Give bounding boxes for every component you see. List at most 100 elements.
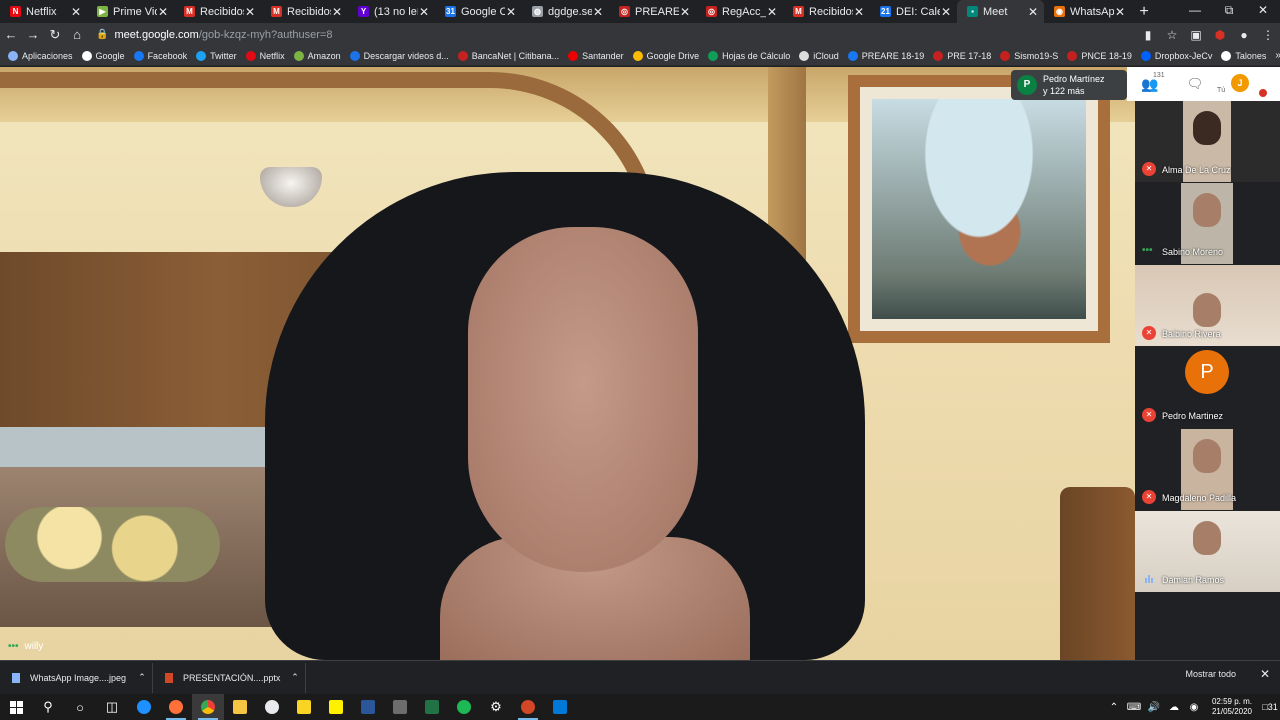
bookmark-star-icon[interactable]: ☆ [1160,28,1184,42]
bookmark-item[interactable]: PREARE 18-19 [847,50,924,61]
language-icon[interactable]: ◉ [1184,702,1204,713]
close-window-button[interactable]: ✕ [1246,0,1280,23]
close-tab-icon[interactable]: ✕ [1027,5,1039,19]
notifications-icon[interactable]: □31 [1260,702,1280,712]
edge-icon[interactable] [128,694,160,720]
paint-icon[interactable] [256,694,288,720]
close-tab-icon[interactable]: ✕ [331,5,343,19]
main-video-feed[interactable]: ••• willy [0,67,1135,660]
close-tab-icon[interactable]: ✕ [505,5,517,19]
bookmark-item[interactable]: PRE 17-18 [933,50,991,61]
more-dots-icon[interactable]: ••• [1142,246,1153,256]
close-downloads-icon[interactable]: ✕ [1260,667,1270,681]
cortana-icon[interactable]: ○ [64,694,96,720]
close-tab-icon[interactable]: ✕ [70,5,82,19]
close-tab-icon[interactable]: ✕ [853,5,865,19]
network-icon[interactable]: ☁ [1164,702,1184,713]
show-all-downloads-button[interactable]: Mostrar todo [1185,669,1236,679]
new-tab-button[interactable]: + [1131,0,1157,23]
browser-tab[interactable]: N Netflix ✕ [0,0,87,23]
sticky-notes-icon[interactable] [288,694,320,720]
task-view-icon[interactable]: ◫ [96,694,128,720]
browser-tab[interactable]: ▶ Prime Video✕ [87,0,174,23]
reload-icon[interactable]: ↻ [44,27,66,43]
browser-tab[interactable]: ◉ WhatsApp✕ [1044,0,1131,23]
camera-in-use-icon[interactable]: ▮ [1136,28,1160,42]
firefox-icon[interactable] [160,694,192,720]
bookmark-item[interactable]: Netflix [245,50,285,61]
keyboard-icon[interactable]: ⌨ [1124,702,1144,713]
clock[interactable]: 02:59 p. m. 21/05/2020 [1204,697,1260,717]
calculator-icon[interactable] [384,694,416,720]
browser-tab[interactable]: M Recibidos -✕ [261,0,348,23]
browser-tab[interactable]: ◎ RegAcc_Sism✕ [696,0,783,23]
close-tab-icon[interactable]: ✕ [766,5,778,19]
settings-gear-icon[interactable]: ⚙ [480,694,512,720]
profile-icon[interactable]: ● [1232,28,1256,42]
menu-icon[interactable]: ⋮ [1256,28,1280,42]
bookmark-item[interactable]: iCloud [799,50,839,61]
participant-tile[interactable]: Damian Ramos [1135,511,1280,592]
chevron-up-icon[interactable]: ⌃ [285,672,305,683]
restore-button[interactable]: ⧉ [1212,0,1246,23]
spotify-icon[interactable] [448,694,480,720]
extension-icon[interactable]: ▣ [1184,28,1208,42]
bookmark-item[interactable]: Twitter [196,50,237,61]
excel-icon[interactable] [416,694,448,720]
home-icon[interactable]: ⌂ [66,27,88,42]
chrome-icon[interactable] [192,694,224,720]
bookmark-item[interactable]: Facebook [133,50,187,61]
search-icon[interactable]: ⚲ [32,694,64,720]
participant-tile[interactable]: ••• Sabino Moreno [1135,183,1280,264]
bookmark-item[interactable]: Sismo19-S [1000,50,1058,61]
sticky-notes-yellow-icon[interactable] [320,694,352,720]
word-icon[interactable] [352,694,384,720]
close-tab-icon[interactable]: ✕ [940,5,952,19]
browser-tab[interactable]: M Recibidos (1✕ [174,0,261,23]
lock-icon[interactable]: 🔒 [96,29,108,40]
back-icon[interactable]: ← [0,27,22,42]
participant-tile[interactable]: P ✕ Pedro Martinez [1135,347,1280,428]
bookmark-item[interactable]: Hojas de Cálculo [708,50,790,61]
address-bar[interactable]: meet.google.com/gob-kzqz-myh?authuser=8 [114,29,1136,41]
photos-icon[interactable] [544,694,576,720]
chevron-up-icon[interactable]: ⌃ [132,672,152,683]
download-item[interactable]: PRESENTACIÓN....pptx ⌃ [153,662,306,693]
bookmark-item[interactable]: Dropbox-JeCv [1140,50,1212,61]
browser-tab[interactable]: 31 Google Cale✕ [435,0,522,23]
browser-tab[interactable]: ◎ PREARE 201✕ [609,0,696,23]
volume-icon[interactable]: 🔊 [1144,702,1164,713]
tray-expand-icon[interactable]: ⌃ [1104,702,1124,713]
bookmark-item[interactable]: Google [81,50,125,61]
bookmark-item[interactable]: Amazon [293,50,341,61]
bookmark-item[interactable]: BancaNet | Citibana... [457,50,559,61]
download-item[interactable]: WhatsApp Image....jpeg ⌃ [0,662,153,693]
forward-icon[interactable]: → [22,27,44,42]
powerpoint-icon[interactable] [512,694,544,720]
participant-tile[interactable]: ✕ Balbino Rivera [1135,265,1280,346]
self-view[interactable]: Tú J [1217,67,1272,101]
bookmarks-overflow-icon[interactable]: » [1275,50,1280,61]
bookmark-item[interactable]: Aplicaciones [8,50,73,61]
close-tab-icon[interactable]: ✕ [157,5,169,19]
people-button[interactable]: 👥 131 [1127,72,1173,93]
browser-tab[interactable]: 21 DEI: Calend✕ [870,0,957,23]
participant-tile[interactable]: ✕ Magdaleno Padilla [1135,429,1280,510]
bookmark-item[interactable]: Descargar videos d... [349,50,449,61]
participant-tile[interactable]: ✕ Alma De La Cruz [1135,101,1280,182]
bookmark-item[interactable]: Talones [1221,50,1266,61]
minimize-button[interactable]: — [1178,0,1212,23]
bookmark-item[interactable]: PNCE 18-19 [1067,50,1132,61]
close-tab-icon[interactable]: ✕ [679,5,691,19]
bookmark-item[interactable]: Google Drive [632,50,699,61]
browser-tab[interactable]: Y (13 no leído✕ [348,0,435,23]
chat-button[interactable]: 🗨 [1173,76,1217,92]
windows-start-icon[interactable] [0,694,32,720]
browser-tab[interactable]: ▪ Meet ✕ [957,0,1044,23]
close-tab-icon[interactable]: ✕ [418,5,430,19]
bookmark-item[interactable]: Santander [568,50,624,61]
adblock-icon[interactable]: ⬢ [1208,28,1232,42]
browser-tab[interactable]: M Recibidos -✕ [783,0,870,23]
browser-tab[interactable]: ◍ dgdge.sep.g✕ [522,0,609,23]
close-tab-icon[interactable]: ✕ [1114,5,1126,19]
